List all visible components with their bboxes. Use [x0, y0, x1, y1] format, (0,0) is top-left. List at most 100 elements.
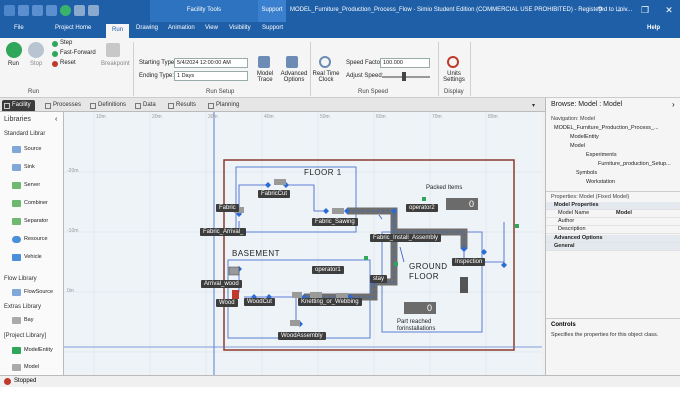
node-woodassembly[interactable]: WoodAssembly — [278, 332, 326, 340]
library-item-combiner[interactable]: Combiner — [12, 200, 48, 207]
library-item-modelentity[interactable]: ModelEntity — [12, 347, 53, 354]
library-item-source[interactable]: Source — [12, 146, 41, 153]
help-window-icon[interactable]: ? — [593, 4, 607, 16]
facility-canvas[interactable]: 10m 20m 30m 40m 50m 60m 70m 80m -20m -10… — [64, 112, 542, 375]
open-icon[interactable] — [32, 5, 43, 16]
run-button[interactable]: Run — [8, 61, 19, 67]
save-icon[interactable] — [46, 5, 57, 16]
node-fabric[interactable]: Fabric — [216, 204, 239, 212]
prop-model-name[interactable]: Model Name Model — [546, 210, 680, 218]
tab-processes[interactable]: Processes — [43, 100, 85, 111]
node-fabric-install-assembly[interactable]: Fabric_Install_Assembly — [370, 234, 442, 242]
breakpoint-icon[interactable] — [106, 43, 120, 57]
node-stay[interactable]: stay — [370, 275, 388, 283]
tree-workstation[interactable]: Workstation — [586, 179, 615, 185]
advanced-options-button[interactable]: Advanced Options — [280, 71, 308, 83]
library-item-vehicle[interactable]: Vehicle — [12, 254, 42, 261]
simio-logo-icon — [4, 5, 15, 16]
browse-collapse-icon[interactable]: › — [672, 100, 675, 109]
reset-button[interactable]: Reset — [60, 60, 76, 66]
collapse-libraries-icon[interactable]: ‹ — [55, 116, 57, 123]
stop-button[interactable]: Stop — [30, 61, 42, 67]
run-quick-icon[interactable] — [60, 5, 71, 16]
real-time-clock-button[interactable]: Real Time Clock — [312, 71, 340, 83]
node-fabriccut[interactable]: FabricCut — [258, 190, 291, 198]
close-icon[interactable]: ✕ — [662, 4, 676, 16]
project-library-header[interactable]: [Project Library] — [4, 333, 46, 339]
units-settings-button[interactable]: Units Settings — [441, 71, 467, 83]
library-item-sink[interactable]: Sink — [12, 164, 35, 171]
help-link[interactable]: Help — [647, 25, 660, 31]
stop-icon[interactable] — [28, 42, 44, 58]
library-item-server[interactable]: Server — [12, 182, 40, 189]
tree-symbols[interactable]: Symbols — [576, 170, 597, 176]
quick-access-chevron-icon[interactable] — [88, 5, 99, 16]
tree-project[interactable]: MODEL_Furniture_Production_Process_... — [554, 125, 659, 131]
tab-project-home[interactable]: Project Home — [55, 25, 91, 31]
tab-support[interactable]: Support — [262, 25, 283, 31]
tab-data[interactable]: Data — [133, 100, 160, 111]
restore-icon[interactable]: ❐ — [638, 4, 652, 16]
tab-planning[interactable]: Planning — [206, 100, 243, 111]
tab-view[interactable]: View — [205, 25, 218, 31]
step-button[interactable]: Step — [60, 40, 72, 46]
stop-quick-icon[interactable] — [74, 5, 85, 16]
node-arrival-wood[interactable]: Arrival_wood — [201, 280, 242, 288]
tab-file[interactable]: File — [14, 25, 24, 31]
model-properties-header[interactable]: Model Properties — [546, 202, 680, 210]
adjust-speed-thumb[interactable] — [402, 72, 406, 81]
flow-library-header[interactable]: Flow Library — [4, 276, 37, 282]
node-inspection[interactable]: Inspection — [452, 258, 486, 266]
controls-title: Controls — [551, 322, 576, 328]
speed-factor-field[interactable]: 100.000 — [380, 58, 430, 68]
prop-description[interactable]: Description — [546, 226, 680, 234]
breakpoint-button[interactable]: Breakpoint — [101, 61, 130, 67]
tree-model[interactable]: Model — [570, 143, 585, 149]
tab-definitions[interactable]: Definitions — [88, 100, 130, 111]
starting-type-field[interactable]: 5/4/2024 12:00:00 AM — [174, 58, 248, 68]
packed-items-counter: 0 — [446, 198, 478, 210]
tab-drawing[interactable]: Drawing — [136, 25, 158, 31]
node-knetting-or-webbing[interactable]: Knetting_or_Webbing — [298, 298, 362, 306]
tab-visibility[interactable]: Visibility — [229, 25, 251, 31]
group-run-speed-label: Run Speed — [358, 89, 389, 95]
library-item-flowsource[interactable]: FlowSource — [12, 289, 53, 296]
library-item-bay[interactable]: Bay — [12, 317, 33, 324]
ruler-10m: 10m — [96, 114, 106, 120]
ending-type-field[interactable]: 1 Days — [174, 71, 248, 81]
node-woodcut[interactable]: WoodCut — [244, 298, 275, 306]
library-item-model[interactable]: Model — [12, 364, 39, 371]
library-item-separator[interactable]: Separator — [12, 218, 48, 225]
advanced-options-header[interactable]: Advanced Options — [546, 235, 680, 243]
general-header[interactable]: General — [546, 243, 680, 251]
adjust-speed-slider[interactable] — [382, 76, 430, 78]
units-settings-icon[interactable] — [447, 56, 459, 68]
model-trace-icon[interactable] — [258, 56, 270, 68]
clock-icon[interactable] — [319, 56, 331, 68]
support-context: Support — [258, 0, 286, 22]
prop-author[interactable]: Author — [546, 218, 680, 226]
tab-animation[interactable]: Animation — [168, 25, 195, 31]
new-icon[interactable] — [18, 5, 29, 16]
extras-library-header[interactable]: Extras Library — [4, 304, 41, 310]
tab-results[interactable]: Results — [166, 100, 200, 111]
advanced-options-icon[interactable] — [286, 56, 298, 68]
model-trace-button[interactable]: Model Trace — [255, 71, 275, 83]
tree-modelentity[interactable]: ModelEntity — [570, 134, 599, 140]
doctabs-dropdown-icon[interactable]: ▾ — [532, 102, 535, 109]
ground-floor-label: GROUND FLOOR — [409, 262, 448, 281]
tree-experiments[interactable]: Experiments — [586, 152, 617, 158]
node-operator2[interactable]: operator2 — [406, 204, 438, 212]
node-fabric-sawing[interactable]: Fabric_Sawing — [312, 218, 358, 226]
tab-facility[interactable]: Facility — [2, 100, 35, 111]
fast-forward-button[interactable]: Fast-Forward — [60, 50, 96, 56]
tab-run[interactable]: Run — [106, 24, 130, 38]
tree-setup[interactable]: Furniture_production_Setup... — [598, 161, 671, 167]
run-icon[interactable] — [6, 42, 22, 58]
node-operator1[interactable]: operator1 — [312, 266, 344, 274]
node-wood[interactable]: Wood — [216, 299, 238, 307]
node-fabric-arrival[interactable]: Fabric_Arrival_ — [200, 228, 247, 236]
standard-library-header[interactable]: Standard Librar — [4, 131, 45, 137]
library-item-resource[interactable]: Resource — [12, 236, 48, 243]
minimize-icon[interactable]: – — [612, 4, 626, 16]
